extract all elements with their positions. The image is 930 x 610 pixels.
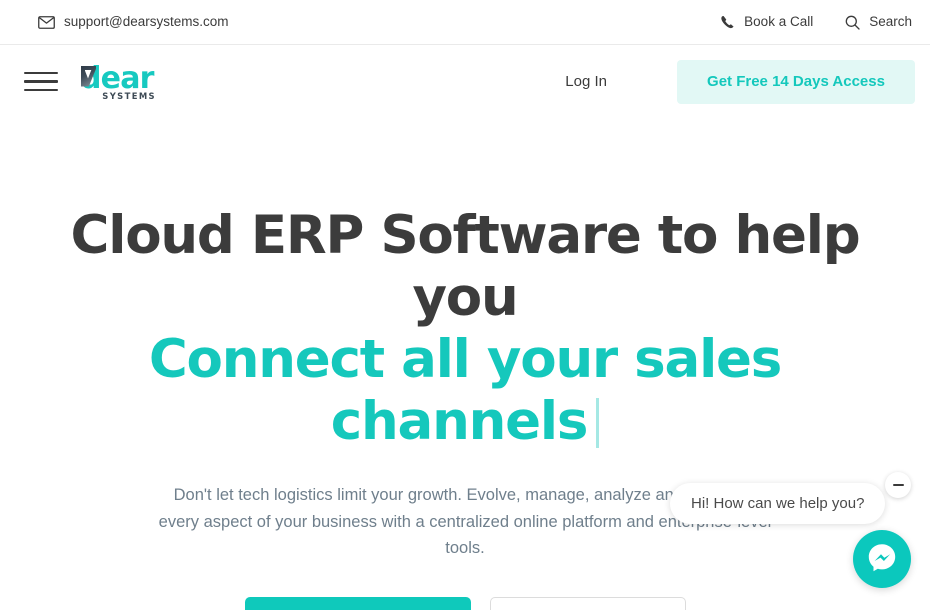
hero-heading: Cloud ERP Software to help you Connect a…	[0, 205, 930, 453]
chat-minimize-button[interactable]	[885, 472, 911, 498]
phone-icon	[720, 15, 735, 30]
topbar-right-group: Book a Call Search	[720, 15, 912, 30]
logo-wrap: dear SYSTEMS	[80, 62, 156, 102]
mail-icon	[38, 15, 55, 29]
search-label: Search	[869, 14, 912, 30]
hero-heading-line-3: channels	[330, 391, 589, 452]
hamburger-menu-icon[interactable]	[24, 70, 58, 94]
page-root: support@dearsystems.com Book a Call Sear…	[0, 0, 930, 610]
hamburger-bar-2	[24, 80, 58, 83]
chat-widget: Hi! How can we help you?	[660, 460, 930, 610]
main-navbar: dear SYSTEMS Log In Get Free 14 Days Acc…	[0, 46, 930, 117]
topbar-left-group: support@dearsystems.com	[38, 15, 229, 29]
navbar-left-group: dear SYSTEMS	[24, 62, 156, 102]
messenger-icon	[865, 540, 899, 579]
site-logo[interactable]: dear SYSTEMS	[80, 62, 156, 102]
top-utility-bar: support@dearsystems.com Book a Call Sear…	[0, 0, 930, 45]
start-free-trial-button[interactable]: Start Free 14 Days Trial	[244, 597, 471, 610]
typing-caret	[596, 398, 600, 448]
get-free-access-button[interactable]: Get Free 14 Days Access	[677, 59, 915, 104]
search-icon	[845, 15, 860, 30]
hamburger-bar-3	[24, 88, 58, 92]
book-a-call-link[interactable]: Book a Call	[720, 15, 813, 30]
navbar-right-group: Log In Get Free 14 Days Access	[547, 59, 915, 104]
hero-heading-line-2: Connect all your sales	[148, 329, 783, 390]
minimize-icon	[892, 483, 904, 487]
book-a-call-label: Book a Call	[744, 14, 814, 30]
support-email-label: support@dearsystems.com	[64, 14, 229, 30]
search-link[interactable]: Search	[845, 15, 912, 30]
hero-heading-line-1: Cloud ERP Software to help you	[70, 205, 861, 328]
hamburger-bar-1	[24, 71, 58, 75]
support-email-link[interactable]: support@dearsystems.com	[38, 15, 229, 29]
messenger-chat-button[interactable]	[853, 530, 911, 588]
chat-greeting-bubble[interactable]: Hi! How can we help you?	[670, 483, 886, 524]
log-in-link[interactable]: Log In	[547, 63, 625, 100]
logo-subtext: SYSTEMS	[102, 91, 156, 102]
get-consultation-button[interactable]: Get A Consultation	[489, 597, 686, 610]
